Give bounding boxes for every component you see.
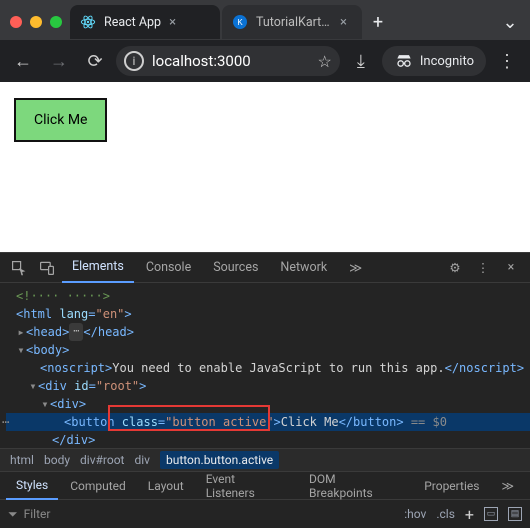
dom-inner-div[interactable]: <div> — [50, 395, 86, 413]
tab-title: TutorialKart - Fr — [256, 15, 332, 30]
back-button[interactable]: ← — [8, 46, 38, 76]
crumb-div[interactable]: div — [134, 453, 150, 467]
crumb-html[interactable]: html — [10, 453, 34, 467]
subtab-properties[interactable]: Properties — [414, 472, 489, 500]
dom-div-close[interactable]: </div> — [52, 431, 95, 448]
subtab-styles[interactable]: Styles — [6, 472, 58, 500]
cls-toggle[interactable]: .cls — [436, 507, 455, 521]
panel-tabs-overflow[interactable]: ≫ — [339, 253, 372, 283]
close-icon[interactable]: × — [340, 15, 354, 30]
styles-filter[interactable]: ⏷ Filter — [8, 507, 50, 522]
devtools-menu-icon[interactable]: ⋮ — [470, 255, 496, 281]
tab-strip: React App × K TutorialKart - Fr × + ⌄ — [0, 0, 530, 40]
crumb-body[interactable]: body — [44, 453, 70, 467]
forward-button[interactable]: → — [44, 46, 74, 76]
tk-logo-icon: K — [232, 14, 248, 30]
hov-toggle[interactable]: :hov — [404, 507, 426, 521]
selected-marker-icon: ⋯ — [2, 413, 9, 431]
subtabs-overflow[interactable]: ≫ — [491, 472, 524, 500]
panel-tab-network[interactable]: Network — [270, 253, 337, 283]
dom-doctype: <!···· ·····> — [16, 287, 110, 305]
site-info-icon[interactable]: i — [124, 51, 144, 71]
incognito-pill[interactable]: Incognito — [382, 46, 486, 76]
toggle-sidebar-icon[interactable]: ▭ — [484, 507, 498, 521]
svg-text:K: K — [237, 18, 243, 27]
subtab-dom-breakpoints[interactable]: DOM Breakpoints — [299, 472, 412, 500]
crumb-div-root[interactable]: div#root — [80, 453, 124, 467]
subtab-event-listeners[interactable]: Event Listeners — [196, 472, 297, 500]
new-style-rule-button[interactable]: + — [465, 505, 474, 524]
subpanel-tabs: Styles Computed Layout Event Listeners D… — [0, 472, 530, 500]
tab-title: React App — [104, 15, 161, 30]
browser-menu-button[interactable]: ⋮ — [492, 46, 522, 76]
collapse-arrow-icon[interactable]: ▾ — [16, 341, 26, 359]
breadcrumb[interactable]: html body div#root div button.button.act… — [0, 448, 530, 472]
window-minimize-button[interactable] — [30, 16, 42, 28]
devtools-subpanel: Styles Computed Layout Event Listeners D… — [0, 472, 530, 528]
react-logo-icon — [80, 14, 96, 30]
close-icon[interactable]: × — [169, 15, 183, 30]
devtools-close-icon[interactable]: × — [498, 255, 524, 281]
window-close-button[interactable] — [10, 16, 22, 28]
click-me-button[interactable]: Click Me — [14, 98, 107, 142]
computed-panel-icon[interactable]: ▤ — [508, 507, 522, 521]
collapse-arrow-icon[interactable]: ▾ — [40, 395, 50, 413]
incognito-label: Incognito — [420, 54, 474, 69]
subtab-layout[interactable]: Layout — [138, 472, 194, 500]
inspect-element-icon[interactable] — [6, 255, 32, 281]
toolbar: ← → ⟳ i localhost:3000 ☆ ⤓ Incognito ⋮ — [0, 40, 530, 82]
panel-tab-console[interactable]: Console — [136, 253, 201, 283]
url-text: localhost:3000 — [152, 52, 251, 70]
devtools-panel-tabs: Elements Console Sources Network ≫ ⚙ ⋮ × — [0, 253, 530, 283]
page-viewport: Click Me — [0, 82, 530, 252]
browser-chrome: React App × K TutorialKart - Fr × + ⌄ ← … — [0, 0, 530, 82]
dom-body-open[interactable]: <body> — [26, 341, 69, 359]
dom-noscript[interactable]: <noscript> — [40, 359, 112, 377]
subtab-computed[interactable]: Computed — [60, 472, 136, 500]
tab-react-app[interactable]: React App × — [70, 5, 220, 39]
bookmark-icon[interactable]: ☆ — [318, 52, 332, 71]
expand-arrow-icon[interactable]: ▸ — [16, 323, 26, 341]
styles-toolbar: ⏷ Filter :hov .cls + ▭ ▤ — [0, 500, 530, 528]
window-zoom-button[interactable] — [50, 16, 62, 28]
tab-tutorialkart[interactable]: K TutorialKart - Fr × — [222, 5, 362, 39]
dom-selected-node[interactable]: ⋯ <button class="button active">Click Me… — [6, 413, 530, 431]
dom-html-open[interactable]: <html lang="en"> — [16, 305, 132, 323]
panel-tab-sources[interactable]: Sources — [203, 253, 268, 283]
dom-div-root[interactable]: <div id="root"> — [38, 377, 146, 395]
reload-button[interactable]: ⟳ — [80, 46, 110, 76]
incognito-icon — [394, 55, 414, 67]
filter-icon: ⏷ — [8, 507, 18, 522]
panel-tab-elements[interactable]: Elements — [62, 253, 134, 283]
dom-head[interactable]: <head> — [26, 323, 69, 341]
collapse-arrow-icon[interactable]: ▾ — [28, 377, 38, 395]
device-toggle-icon[interactable] — [34, 255, 60, 281]
tabs-dropdown-button[interactable]: ⌄ — [496, 12, 524, 33]
devtools: Elements Console Sources Network ≫ ⚙ ⋮ ×… — [0, 252, 530, 528]
settings-icon[interactable]: ⚙ — [442, 255, 468, 281]
filter-label: Filter — [24, 507, 51, 521]
download-button[interactable]: ⤓ — [346, 46, 376, 76]
ellipsis-icon[interactable]: ⋯ — [69, 323, 83, 341]
elements-dom-tree[interactable]: <!···· ·····> <html lang="en"> ▸<head>⋯<… — [0, 283, 530, 448]
window-controls — [10, 16, 62, 28]
crumb-button-active[interactable]: button.button.active — [160, 451, 279, 469]
address-bar[interactable]: i localhost:3000 ☆ — [116, 46, 340, 76]
new-tab-button[interactable]: + — [364, 8, 392, 36]
